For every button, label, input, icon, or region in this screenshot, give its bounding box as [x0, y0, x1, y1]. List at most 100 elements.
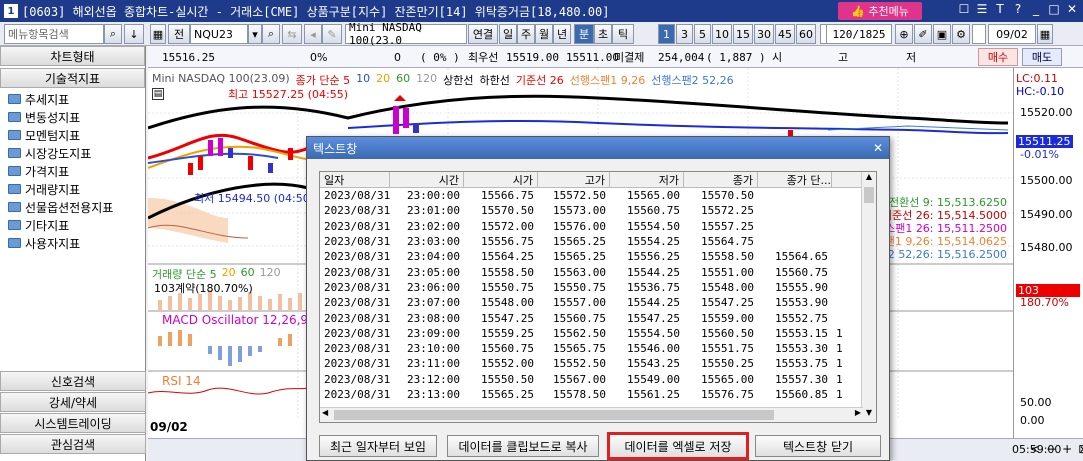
count-field[interactable]: 120/1825 [826, 24, 892, 44]
recommend-menu-button[interactable]: 👍 추천메뉴 [838, 2, 922, 20]
interval-45-button[interactable]: 45 [775, 24, 795, 44]
scroll-left-icon[interactable]: ◀ [322, 408, 328, 417]
minimize-icon[interactable]: _ [1029, 2, 1043, 16]
column-header[interactable]: 시간 [390, 172, 464, 187]
copy-clipboard-button[interactable]: 데이터를 클립보드로 복사 [447, 435, 599, 457]
scroll-up-icon[interactable]: ▲ [862, 172, 876, 186]
tree-item-trend[interactable]: 추세지표 [8, 90, 145, 108]
chart-type-icon[interactable]: ▤ [152, 88, 164, 100]
data-grid[interactable]: 일자 시간 시가 고가 저가 종가 종가 단... 2023/08/31 23:0… [319, 171, 877, 423]
reset-icon[interactable]: ⊠ [1078, 442, 1083, 456]
date-input[interactable]: 09/02 [988, 24, 1036, 44]
stack-icon[interactable]: ☰ [975, 2, 989, 16]
link-icon[interactable]: ⇆ [282, 24, 302, 44]
interval-60-button[interactable]: 60 [796, 24, 816, 44]
buy-button[interactable]: 매수 [978, 48, 1018, 66]
date-checkbox[interactable] [972, 24, 986, 44]
table-row[interactable]: 2023/08/31 23:02:00 15572.00 15576.00 15554.… [320, 219, 876, 234]
table-row[interactable]: 2023/08/31 23:11:00 15552.00 15552.50 15543.… [320, 356, 876, 371]
hscroll-thumb[interactable] [334, 410, 774, 420]
search-symbol-icon[interactable]: ⌕ [262, 24, 280, 44]
close-icon[interactable]: ✕ [873, 141, 883, 155]
second-button[interactable]: 초 [594, 24, 612, 44]
draw-icon[interactable]: ✐ [914, 24, 932, 44]
prev-icon[interactable]: ◂ [304, 24, 322, 44]
interval-5-button[interactable]: 5 [694, 24, 711, 44]
close-text-window-button[interactable]: 텍스트창 닫기 [755, 435, 881, 457]
tool-icon[interactable]: ✎ [322, 24, 342, 44]
down-arrow-icon[interactable]: ↓ [124, 24, 144, 44]
search-icon[interactable]: ⌕ [104, 24, 122, 44]
tree-item-others[interactable]: 기타지표 [8, 216, 145, 234]
symbol-input[interactable]: NQU23 [190, 24, 248, 44]
chevron-left-icon[interactable]: < [1030, 442, 1040, 456]
table-row[interactable]: 2023/08/31 23:07:00 15548.00 15557.00 15544.… [320, 295, 876, 310]
all-button[interactable]: 전 [168, 24, 190, 44]
scroll-down-icon[interactable]: ▼ [862, 408, 876, 422]
minus-icon[interactable]: − [1046, 442, 1056, 456]
year-button[interactable]: 년 [553, 24, 571, 44]
table-row[interactable]: 2023/08/31 23:09:00 15559.25 15562.50 15554.… [320, 326, 876, 341]
column-header[interactable]: 고가 [538, 172, 610, 187]
system-trading-button[interactable]: 시스템트레이딩 [0, 413, 146, 433]
day-button[interactable]: 일 [499, 24, 517, 44]
tree-item-futures-options[interactable]: 선물옵션전용지표 [8, 198, 145, 216]
table-row[interactable]: 2023/08/31 23:12:00 15550.50 15567.00 15549.… [320, 372, 876, 387]
table-row[interactable]: 2023/08/31 23:03:00 15556.75 15565.25 15554.… [320, 234, 876, 249]
vertical-scrollbar[interactable]: ▲ ▼ [861, 172, 876, 422]
signal-search-button[interactable]: 신호검색 [0, 371, 146, 391]
save-icon[interactable]: ▣ [933, 24, 951, 44]
zoom-icon[interactable]: ⊕ [895, 24, 913, 44]
layout-icon[interactable]: ☐ [957, 2, 971, 16]
maximize-icon[interactable]: □ [1047, 2, 1061, 16]
tree-item-momentum[interactable]: 모멘텀지표 [8, 126, 145, 144]
plus-icon[interactable]: + [1062, 442, 1072, 456]
interval-10-button[interactable]: 10 [712, 24, 732, 44]
settings-icon[interactable]: ⚙ [952, 24, 970, 44]
interval-15-button[interactable]: 15 [733, 24, 753, 44]
show-recent-button[interactable]: 최근 일자부터 보임 [319, 435, 437, 457]
menu-search-input[interactable]: 메뉴항목검색 [4, 24, 104, 44]
tick-button[interactable]: 틱 [612, 24, 634, 44]
table-row[interactable]: 2023/08/31 23:10:00 15560.75 15565.75 15546.… [320, 341, 876, 356]
table-row[interactable]: 2023/08/31 23:01:00 15570.50 15573.00 15560.… [320, 203, 876, 218]
month-button[interactable]: 월 [535, 24, 553, 44]
close-icon[interactable]: ✕ [1065, 2, 1079, 16]
calendar-icon[interactable]: ▦ [1037, 24, 1053, 44]
tree-item-volatility[interactable]: 변동성지표 [8, 108, 145, 126]
week-button[interactable]: 주 [517, 24, 535, 44]
save-excel-button[interactable]: 데이터를 엑셀로 저장 [607, 432, 749, 460]
interval-1-button[interactable]: 1 [658, 24, 675, 44]
chart-settings-icon[interactable]: ▦ [150, 24, 166, 44]
table-row[interactable]: 2023/08/31 23:08:00 15547.25 15560.75 15547.… [320, 310, 876, 325]
chart-type-header[interactable]: 차트형태 [0, 46, 145, 66]
table-row[interactable]: 2023/08/31 23:00:00 15566.75 15572.50 15565.… [320, 188, 876, 203]
tree-item-price[interactable]: 가격지표 [8, 162, 145, 180]
horizontal-scrollbar[interactable]: ◀ ▶ [320, 407, 863, 422]
column-header[interactable]: 종가 [684, 172, 758, 187]
column-header[interactable]: 시가 [464, 172, 538, 187]
scroll-thumb[interactable] [864, 187, 874, 203]
column-header[interactable]: 저가 [610, 172, 684, 187]
column-header[interactable]: 종가 단... [758, 172, 832, 187]
strength-button[interactable]: 강세/약세 [0, 392, 146, 412]
scroll-right-icon[interactable]: ▶ [855, 408, 861, 417]
text-size-icon[interactable]: T [993, 2, 1007, 16]
sell-button[interactable]: 매도 [1022, 48, 1062, 66]
tech-indicator-header[interactable]: 기술적지표 [0, 68, 145, 88]
column-header[interactable]: 일자 [320, 172, 390, 187]
table-row[interactable]: 2023/08/31 23:05:00 15558.50 15563.00 15544.… [320, 264, 876, 279]
table-row[interactable]: 2023/08/31 23:04:00 15564.25 15565.25 15556.… [320, 249, 876, 264]
tree-item-user[interactable]: 사용자지표 [8, 234, 145, 252]
minute-button[interactable]: 분 [574, 24, 594, 44]
dropdown-icon[interactable]: ▾ [248, 24, 262, 44]
continuous-button[interactable]: 연결 [468, 24, 498, 44]
tree-item-market-strength[interactable]: 시장강도지표 [8, 144, 145, 162]
help-icon[interactable]: ? [1011, 2, 1025, 16]
interval-30-button[interactable]: 30 [754, 24, 774, 44]
table-row[interactable]: 2023/08/31 23:06:00 15550.75 15550.75 15536.… [320, 280, 876, 295]
interest-search-button[interactable]: 관심검색 [0, 434, 146, 454]
interval-3-button[interactable]: 3 [676, 24, 693, 44]
table-row[interactable]: 2023/08/31 23:13:00 15565.25 15578.50 15561.… [320, 387, 876, 402]
tree-item-volume[interactable]: 거래량지표 [8, 180, 145, 198]
